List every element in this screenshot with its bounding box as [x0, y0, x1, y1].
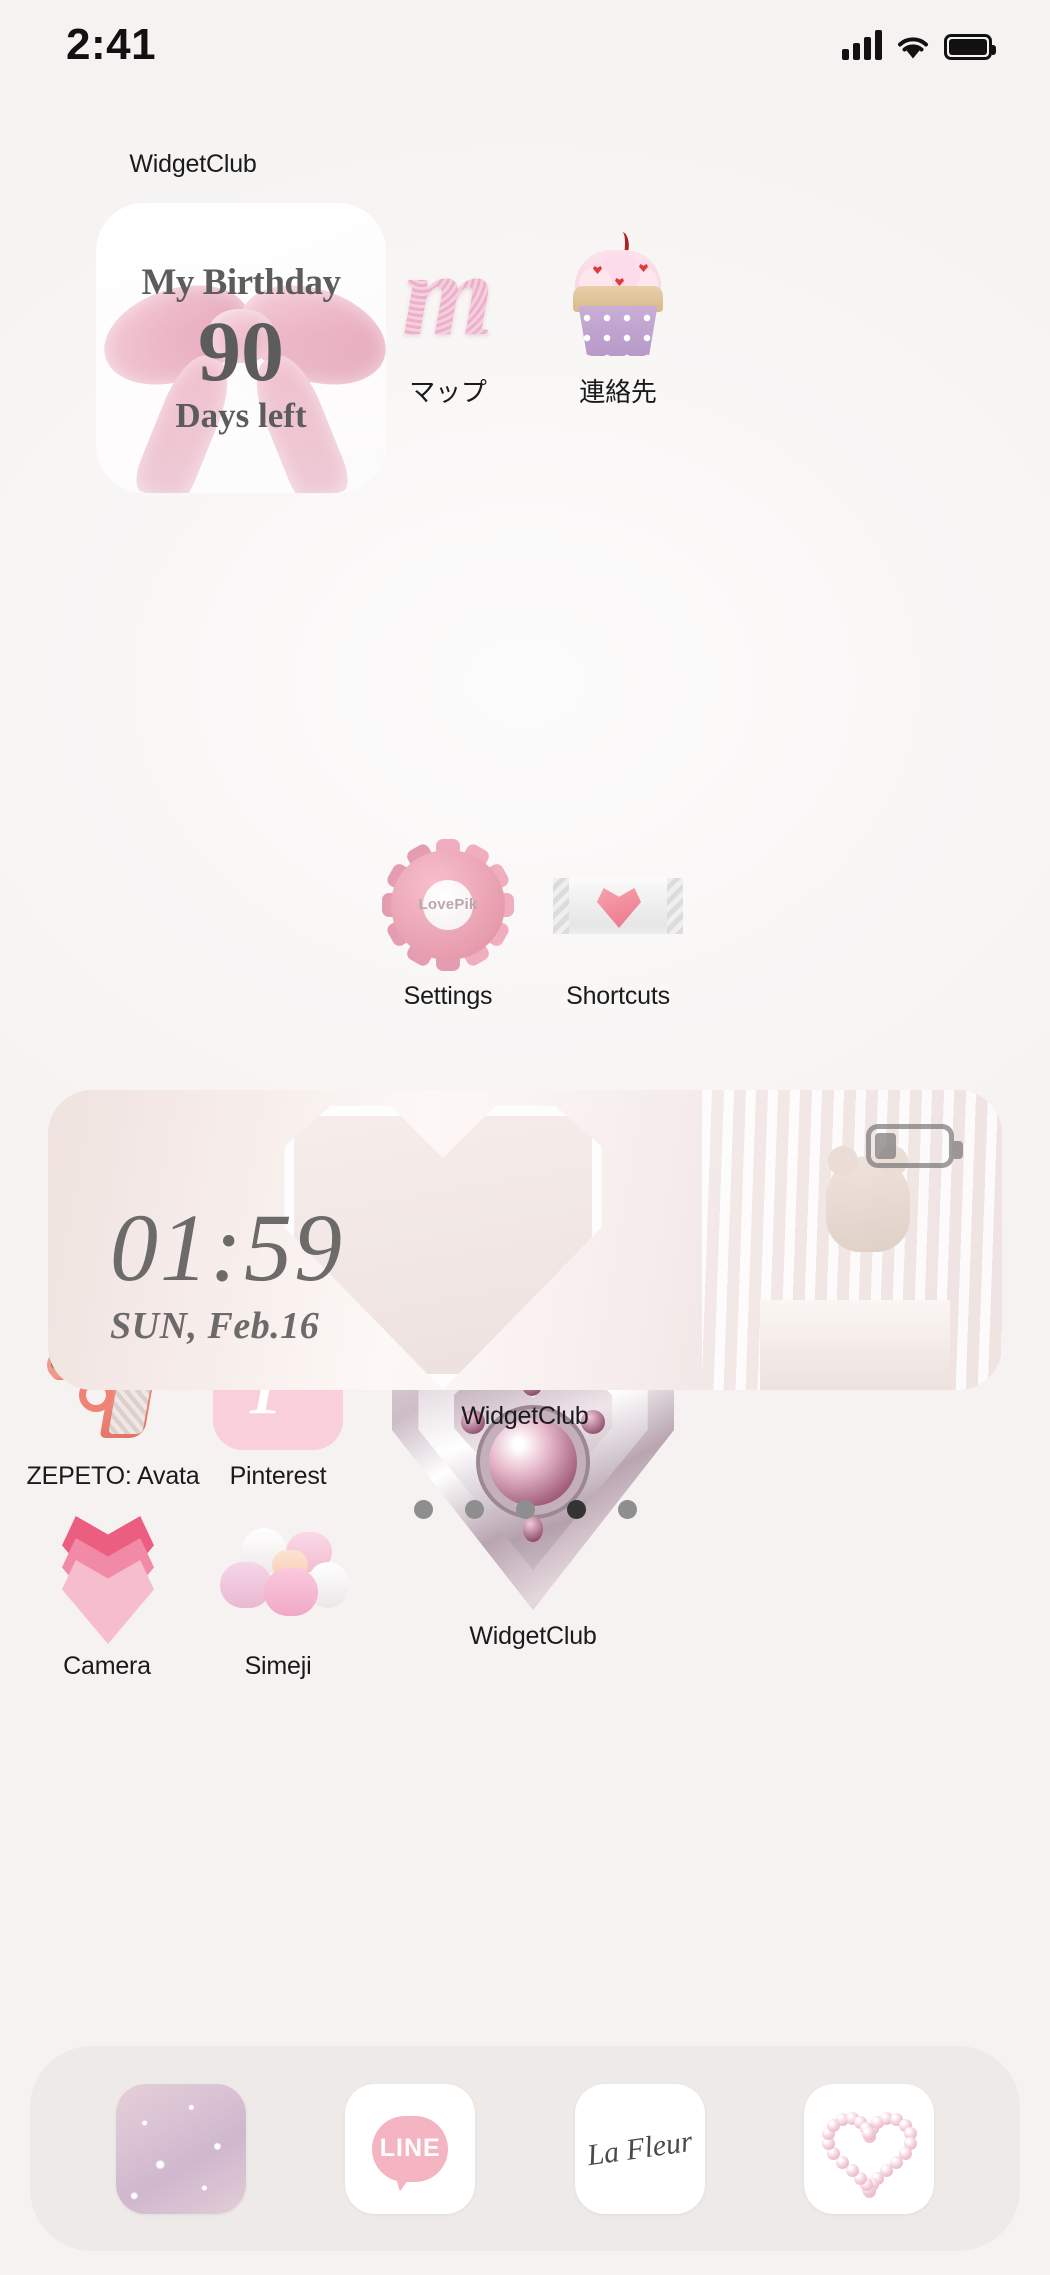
app-contacts[interactable]: 連絡先 — [553, 230, 683, 409]
app-camera-label: Camera — [63, 1652, 151, 1680]
app-shortcuts[interactable]: Shortcuts — [553, 840, 683, 1011]
page-dot-5[interactable] — [617, 1500, 637, 1519]
birthday-subtitle: Days left — [175, 395, 307, 435]
dock-item-la-fleur[interactable]: La Fleur — [574, 2083, 705, 2214]
line-logo-text: LINE — [379, 2134, 441, 2162]
page-dot-4-active[interactable] — [566, 1500, 586, 1519]
widget-birthday[interactable]: My Birthday 90 Days left WidgetClub — [48, 138, 386, 493]
cupcake-icon[interactable] — [553, 230, 683, 360]
marshmallows-icon[interactable] — [208, 1510, 348, 1640]
status-bar-time: 2:41 — [66, 20, 157, 69]
pearl-letter-m-icon[interactable]: m — [383, 230, 513, 360]
page-indicator[interactable] — [0, 1500, 1050, 1519]
app-maps-label: マップ — [409, 377, 487, 407]
wrapped-heart-candy-icon[interactable] — [553, 840, 683, 970]
pink-gear-icon[interactable]: LovePik — [382, 839, 514, 971]
app-settings-label: Settings — [403, 982, 493, 1010]
line-logo-icon: LINE — [372, 2115, 449, 2182]
app-maps[interactable]: m マップ — [383, 230, 513, 409]
dock-item-line[interactable]: LINE — [345, 2083, 476, 2214]
shelf-decor — [760, 1300, 950, 1390]
teddy-bear-decor — [826, 1146, 910, 1252]
clock-widget-text: 01:59 SUN, Feb.16 — [110, 1200, 344, 1348]
birthday-days-count: 90 — [198, 302, 284, 399]
dock: LINE La Fleur — [30, 2046, 1020, 2251]
widget-birthday-label: WidgetClub — [129, 150, 257, 178]
birthday-widget-canvas[interactable]: My Birthday 90 Days left — [96, 203, 386, 493]
widget-clock-label: WidgetClub — [461, 1402, 589, 1430]
birthday-title: My Birthday — [141, 261, 341, 303]
pearl-heart-icon — [821, 2106, 917, 2198]
wifi-icon — [898, 37, 928, 59]
stacked-hearts-icon[interactable] — [42, 1510, 172, 1644]
widget-clock[interactable]: 01:59 SUN, Feb.16 WidgetClub — [48, 1090, 1002, 1431]
widget-battery-icon — [866, 1124, 963, 1168]
app-row-2: LovePik Settings Shortcuts — [0, 510, 1050, 1010]
gear-watermark: LovePik — [418, 896, 478, 913]
widget-row-1: My Birthday 90 Days left WidgetClub m マッ… — [0, 90, 1050, 510]
signal-bars-icon — [842, 30, 882, 60]
app-contacts-label: 連絡先 — [579, 377, 657, 407]
app-zepeto-label: ZEPETO: Avata — [26, 1462, 200, 1490]
app-camera[interactable]: Camera — [42, 1510, 172, 1681]
app-settings[interactable]: LovePik Settings — [382, 839, 514, 1011]
status-bar: 2:41 — [0, 0, 1050, 90]
dock-item-pearl-heart[interactable] — [804, 2083, 935, 2214]
app-shortcuts-label: Shortcuts — [566, 982, 670, 1010]
home-page: My Birthday 90 Days left WidgetClub m マッ… — [0, 90, 1050, 1680]
page-dot-3[interactable] — [515, 1500, 535, 1519]
widget-heart-compact-label: WidgetClub — [469, 1622, 597, 1650]
app-simeji[interactable]: Simeji — [208, 1510, 348, 1681]
page-dot-1[interactable] — [413, 1500, 433, 1519]
battery-full-icon — [944, 34, 996, 60]
app-pinterest-label: Pinterest — [229, 1462, 327, 1490]
birthday-widget-text: My Birthday 90 Days left — [96, 203, 386, 493]
app-simeji-label: Simeji — [244, 1652, 312, 1680]
clock-time: 01:59 — [110, 1194, 344, 1301]
dock-item-fairy-lights[interactable] — [115, 2083, 246, 2214]
home-screen: 2:41 My Birthday 90 Days left WidgetClub… — [0, 0, 1050, 2275]
page-dot-2[interactable] — [464, 1500, 484, 1519]
clock-widget-canvas[interactable]: 01:59 SUN, Feb.16 — [48, 1090, 1002, 1390]
clock-date: SUN, Feb.16 — [110, 1305, 320, 1347]
la-fleur-script-icon: La Fleur — [584, 2124, 695, 2172]
status-bar-indicators — [842, 30, 996, 60]
